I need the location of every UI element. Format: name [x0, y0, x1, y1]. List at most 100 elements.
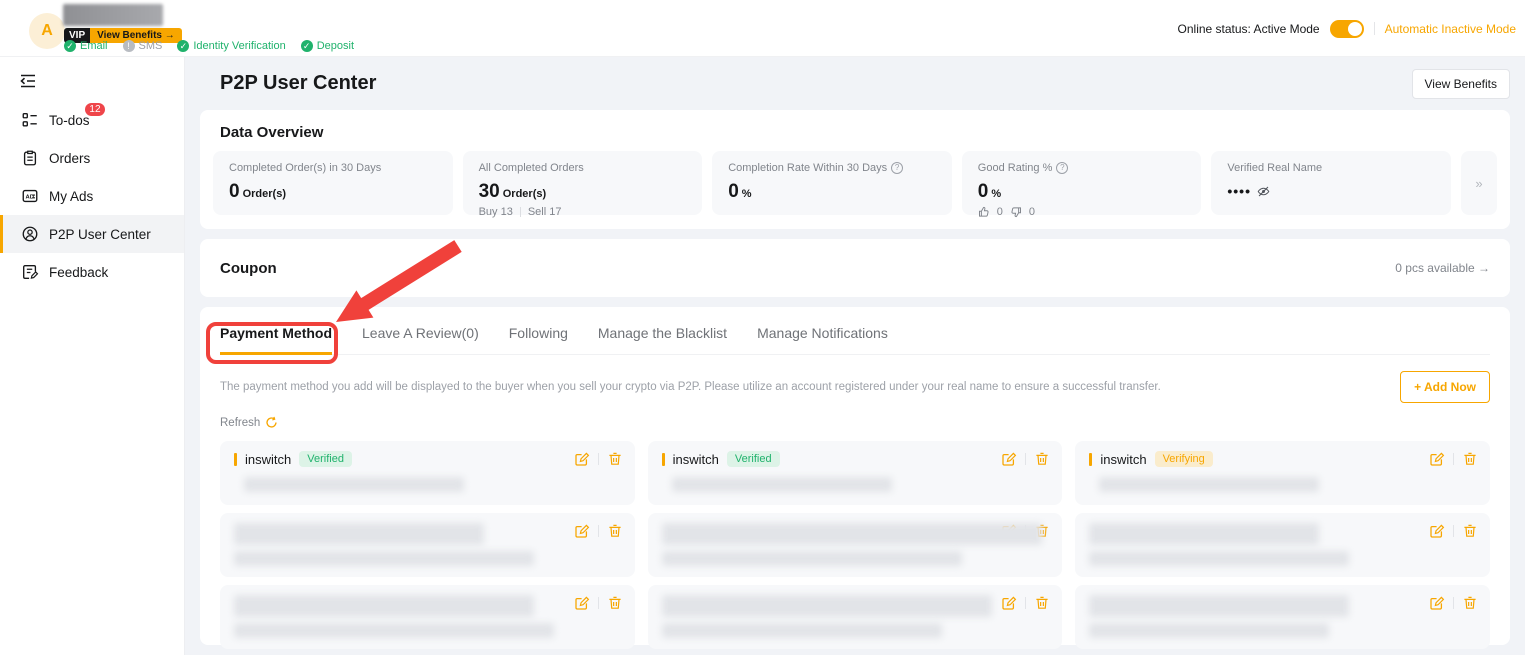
stat-label: Good Rating %: [978, 162, 1053, 174]
tabs-row: Payment Method Leave A Review(0) Followi…: [220, 325, 1490, 355]
status-badge: Verified: [727, 451, 780, 467]
delete-icon[interactable]: [607, 451, 623, 467]
sell-count: Sell 17: [528, 206, 562, 218]
sidebar: To-dos12 Orders AD My Ads P2P User Cente…: [0, 57, 185, 655]
sidebar-item-p2p-user-center[interactable]: P2P User Center: [0, 215, 184, 253]
tab-leave-a-review[interactable]: Leave A Review(0): [362, 325, 479, 354]
top-bar: A VIP View Benefits → ✓Email !SMS ✓Ident…: [0, 0, 1525, 57]
avatar-letter: A: [41, 22, 53, 40]
sidebar-item-label: My Ads: [49, 189, 93, 204]
edit-icon[interactable]: [1001, 451, 1017, 467]
toggle-knob: [1348, 22, 1362, 36]
redacted-account-info: [1089, 551, 1349, 566]
redacted-account-info: [662, 523, 1042, 545]
refresh-icon: [265, 416, 278, 429]
stat-card-completed-30d: Completed Order(s) in 30 Days 0Order(s): [213, 151, 453, 215]
verification-deposit: ✓Deposit: [301, 40, 354, 52]
edit-icon[interactable]: [574, 595, 590, 611]
data-overview-title: Data Overview: [220, 124, 1497, 141]
main-content: P2P User Center View Benefits Data Overv…: [185, 57, 1525, 655]
tab-manage-blacklist[interactable]: Manage the Blacklist: [598, 325, 727, 354]
payment-method-name: inswitch: [245, 452, 291, 467]
edit-icon[interactable]: [1429, 595, 1445, 611]
view-benefits-button[interactable]: View Benefits: [1412, 69, 1511, 99]
orders-icon: [21, 149, 39, 167]
stat-value: 0: [229, 181, 240, 203]
user-center-icon: [21, 225, 39, 243]
sidebar-item-todos[interactable]: To-dos12: [0, 101, 184, 139]
page-title: P2P User Center: [220, 72, 376, 95]
delete-icon[interactable]: [1462, 595, 1478, 611]
sidebar-item-feedback[interactable]: Feedback: [0, 253, 184, 291]
delete-icon[interactable]: [607, 523, 623, 539]
edit-icon[interactable]: [1001, 595, 1017, 611]
divider: [1374, 22, 1375, 35]
add-now-button[interactable]: + Add Now: [1400, 371, 1490, 403]
redacted-account-info: [672, 477, 892, 492]
redacted-account-info: [1099, 477, 1319, 492]
payment-methods-grid: inswitch Verified inswitch Verified: [220, 441, 1490, 649]
my-ads-icon: AD: [21, 187, 39, 205]
collapse-sidebar-icon[interactable]: [18, 71, 38, 91]
coupon-available-link[interactable]: 0 pcs available →: [1395, 261, 1490, 275]
delete-icon[interactable]: [1462, 451, 1478, 467]
masked-name: ••••: [1227, 183, 1251, 199]
sidebar-item-label: To-dos12: [49, 113, 90, 128]
eye-off-icon[interactable]: [1257, 185, 1270, 198]
sidebar-item-label: P2P User Center: [49, 227, 151, 242]
accent-bar: [1089, 453, 1092, 466]
avatar[interactable]: A: [29, 13, 65, 49]
sidebar-item-orders[interactable]: Orders: [0, 139, 184, 177]
divider: [1453, 525, 1454, 537]
automatic-inactive-mode-link[interactable]: Automatic Inactive Mode: [1385, 22, 1516, 36]
sidebar-item-label: Feedback: [49, 265, 108, 280]
stat-card-good-rating: Good Rating %? 0% 0 0: [962, 151, 1202, 215]
redacted-account-info: [662, 595, 992, 617]
tab-payment-method[interactable]: Payment Method: [220, 325, 332, 355]
divider: [520, 207, 521, 217]
verification-status-row: ✓Email !SMS ✓Identity Verification ✓Depo…: [64, 39, 354, 53]
verification-label: SMS: [139, 40, 163, 52]
verification-label: Email: [80, 40, 108, 52]
sidebar-item-label: Orders: [49, 151, 90, 166]
info-icon[interactable]: ?: [1056, 162, 1068, 174]
online-status-toggle[interactable]: [1330, 20, 1364, 38]
delete-icon[interactable]: [1034, 595, 1050, 611]
status-badge: Verifying: [1155, 451, 1213, 467]
redacted-account-info: [662, 623, 942, 638]
edit-icon[interactable]: [1429, 451, 1445, 467]
tabs-panel: Payment Method Leave A Review(0) Followi…: [200, 307, 1510, 645]
stat-unit: Order(s): [503, 188, 546, 200]
sidebar-item-my-ads[interactable]: AD My Ads: [0, 177, 184, 215]
pending-icon: !: [123, 40, 135, 52]
tab-following[interactable]: Following: [509, 325, 568, 354]
refresh-button[interactable]: Refresh: [220, 416, 1490, 429]
edit-icon[interactable]: [574, 451, 590, 467]
stat-unit: Order(s): [243, 188, 286, 200]
online-status-label: Online status: Active Mode: [1178, 22, 1320, 36]
payment-method-name: inswitch: [673, 452, 719, 467]
redacted-account-info: [662, 551, 962, 566]
overview-expand-button[interactable]: »: [1461, 151, 1497, 215]
check-icon: ✓: [64, 40, 76, 52]
delete-icon[interactable]: [1034, 451, 1050, 467]
stat-card-all-completed: All Completed Orders 30Order(s) Buy 13Se…: [463, 151, 703, 215]
stat-label: Verified Real Name: [1227, 162, 1435, 174]
edit-icon[interactable]: [574, 523, 590, 539]
divider: [598, 525, 599, 537]
redacted-account-info: [1089, 523, 1319, 545]
redacted-account-info: [234, 523, 484, 545]
payment-method-card-redacted: [1075, 513, 1490, 577]
redacted-account-info: [244, 477, 464, 492]
redacted-username: [63, 4, 163, 26]
verification-label: Identity Verification: [193, 40, 285, 52]
payment-method-card: inswitch Verifying: [1075, 441, 1490, 505]
verification-sms: ! SMS: [123, 40, 163, 52]
info-icon[interactable]: ?: [891, 162, 903, 174]
delete-icon[interactable]: [1462, 523, 1478, 539]
redacted-account-info: [234, 623, 554, 638]
delete-icon[interactable]: [607, 595, 623, 611]
edit-icon[interactable]: [1429, 523, 1445, 539]
payment-method-card: inswitch Verified: [648, 441, 1063, 505]
tab-manage-notifications[interactable]: Manage Notifications: [757, 325, 888, 354]
